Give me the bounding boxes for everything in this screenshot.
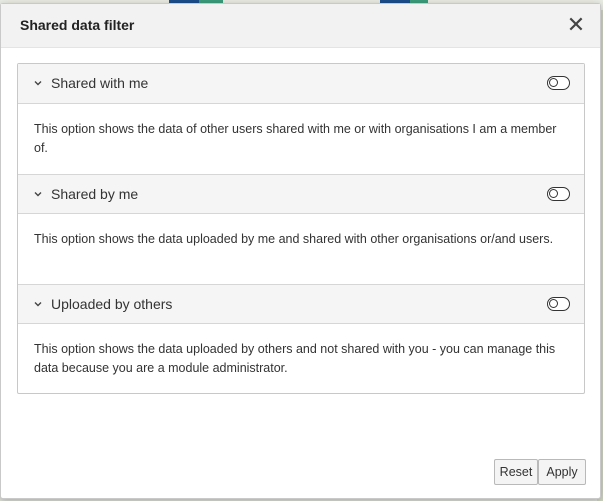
- close-icon[interactable]: ✕: [566, 14, 586, 36]
- dialog-header: Shared data filter ✕: [1, 4, 600, 48]
- panel-label: Shared with me: [51, 75, 149, 91]
- chevron-down-icon: [34, 302, 42, 307]
- chevron-down-icon: [34, 81, 42, 86]
- reset-button[interactable]: Reset: [494, 459, 538, 485]
- toggle-shared-by-me[interactable]: [547, 187, 570, 201]
- apply-button[interactable]: Apply: [538, 459, 586, 485]
- shared-data-filter-dialog: Shared data filter ✕ Shared with me This…: [0, 3, 601, 499]
- panel-header-uploaded-by-others[interactable]: Uploaded by others: [18, 284, 584, 324]
- toggle-knob: [549, 78, 558, 87]
- toggle-knob: [549, 189, 558, 198]
- toggle-knob: [549, 299, 558, 308]
- toggle-uploaded-by-others[interactable]: [547, 297, 570, 311]
- panel-header-shared-by-me[interactable]: Shared by me: [18, 174, 584, 214]
- panel-description: This option shows the data uploaded by o…: [34, 342, 556, 375]
- toggle-shared-with-me[interactable]: [547, 76, 570, 90]
- panel-header-shared-with-me[interactable]: Shared with me: [18, 64, 584, 104]
- dialog-title: Shared data filter: [20, 17, 135, 33]
- panel-description: This option shows the data of other user…: [34, 122, 557, 155]
- panel-label: Shared by me: [51, 186, 139, 202]
- filter-panels: Shared with me This option shows the dat…: [17, 63, 585, 394]
- panel-label: Uploaded by others: [51, 296, 173, 312]
- chevron-down-icon: [34, 192, 42, 197]
- panel-description: This option shows the data uploaded by m…: [34, 232, 554, 246]
